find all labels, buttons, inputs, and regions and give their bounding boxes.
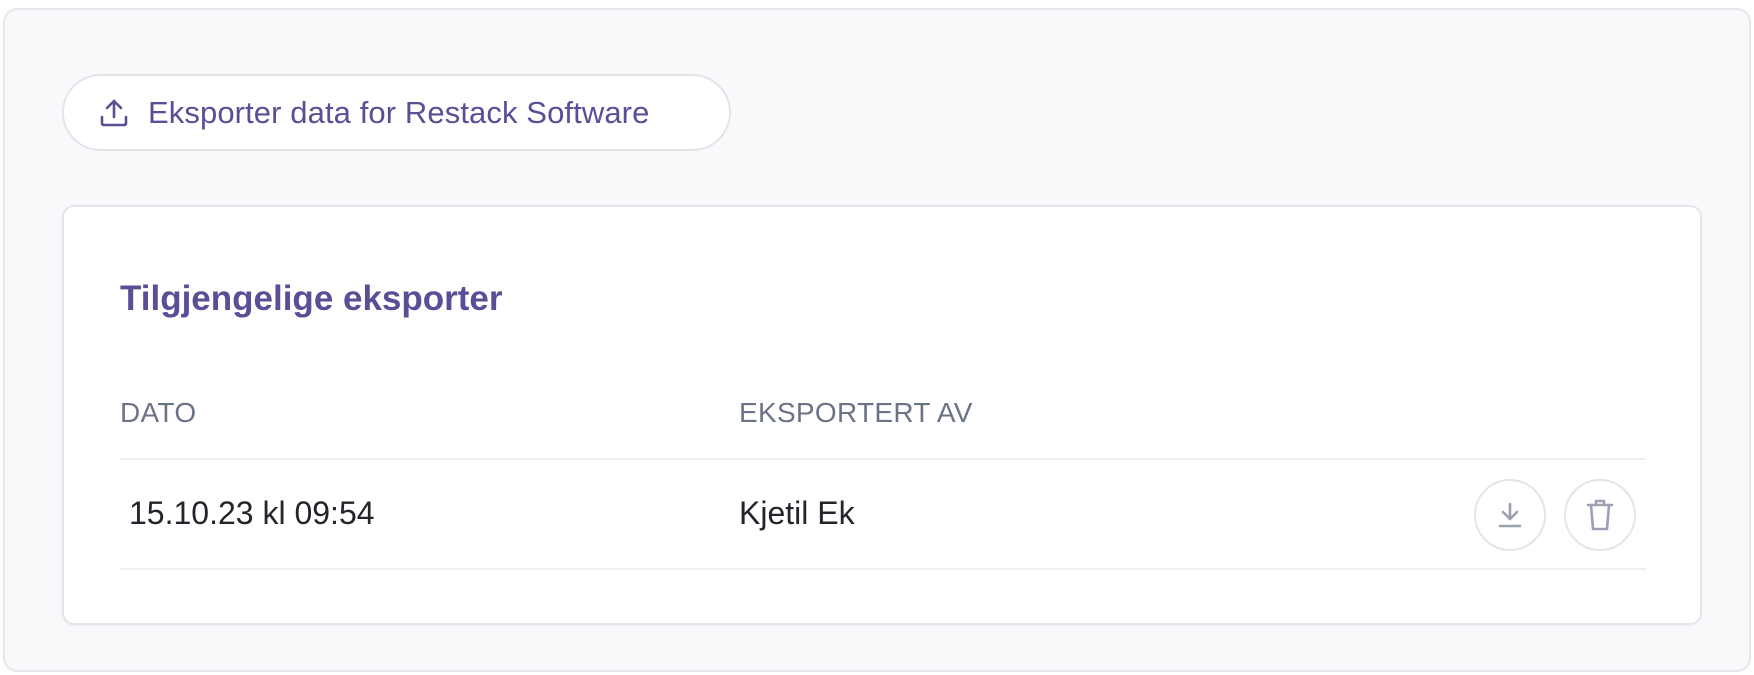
export-panel: Eksporter data for Restack Software Tilg…: [3, 8, 1751, 672]
upload-icon: [98, 97, 130, 129]
table-divider: [120, 458, 1646, 460]
export-data-button[interactable]: Eksporter data for Restack Software: [62, 74, 731, 151]
row-date: 15.10.23 kl 09:54: [129, 495, 375, 531]
export-button-label: Eksporter data for Restack Software: [148, 94, 650, 130]
column-header-date: DATO: [120, 397, 197, 428]
column-header-exported-by: EKSPORTERT AV: [739, 397, 973, 428]
download-button[interactable]: [1474, 479, 1546, 551]
row-exported-by: Kjetil Ek: [739, 495, 855, 531]
table-divider: [120, 568, 1646, 570]
download-icon: [1495, 500, 1525, 530]
trash-icon: [1585, 498, 1615, 532]
delete-button[interactable]: [1564, 479, 1636, 551]
available-exports-card: Tilgjengelige eksporter DATO EKSPORTERT …: [62, 205, 1702, 625]
card-title: Tilgjengelige eksporter: [120, 279, 503, 318]
